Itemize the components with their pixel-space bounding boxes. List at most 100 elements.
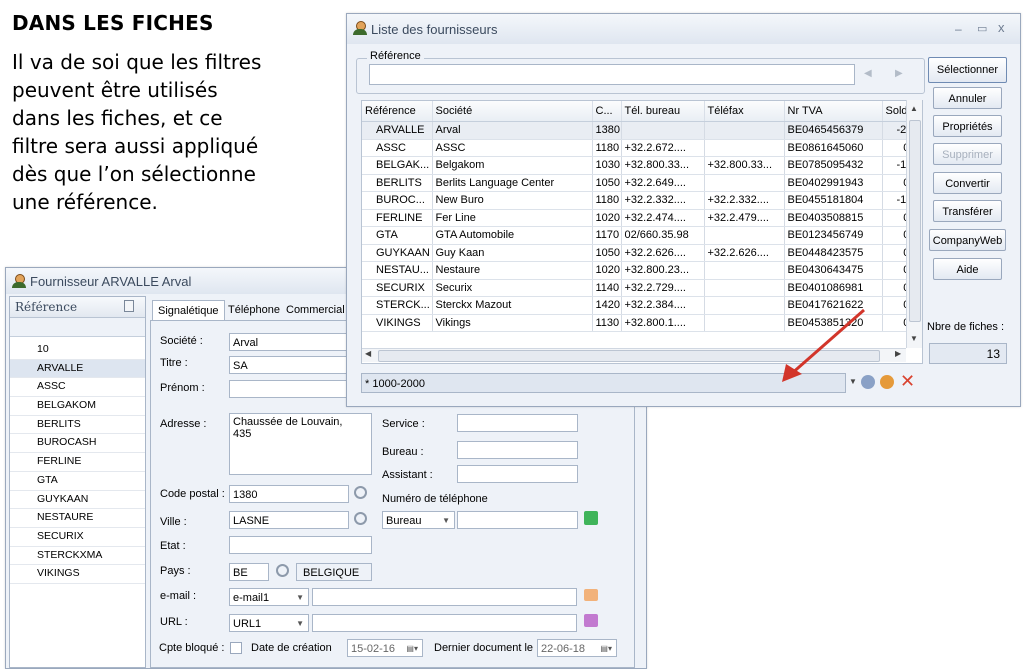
table-cell (704, 261, 785, 280)
etat-field[interactable] (229, 536, 372, 554)
table-cell: NESTAU... (362, 261, 433, 280)
reference-list-item[interactable]: VIKINGS (10, 565, 145, 584)
reference-list-item[interactable]: GUYKAAN (10, 491, 145, 510)
table-cell: 1420 (592, 296, 622, 315)
phone-type-select[interactable]: Bureau ▼ (382, 511, 455, 529)
prenom-field[interactable] (229, 380, 349, 398)
search-icon[interactable] (276, 564, 289, 577)
reference-list-item[interactable]: STERCKXMA (10, 547, 145, 566)
scroll-down-icon[interactable]: ▼ (910, 334, 918, 343)
table-cell: +32.800.33... (621, 156, 705, 175)
next-arrow-icon[interactable]: ▶ (895, 68, 903, 79)
phone-icon[interactable] (584, 511, 598, 525)
search-icon[interactable] (354, 486, 367, 499)
pin-icon[interactable] (124, 300, 134, 312)
maximize-icon[interactable]: ▭ (977, 22, 987, 35)
column-header[interactable]: Téléfax (704, 101, 785, 122)
search-icon[interactable] (354, 512, 367, 525)
table-row[interactable]: BELGAK... Belgakom 1030 +32.800.33... +32.80… (362, 156, 922, 175)
label-pays: Pays : (160, 565, 191, 577)
scroll-up-icon[interactable]: ▲ (910, 104, 918, 113)
web-icon[interactable] (584, 614, 598, 627)
table-row[interactable]: BERLITS Berlits Language Center 1050 +32.2.… (362, 174, 922, 192)
table-cell: BE0861645060 (784, 139, 883, 157)
table-row[interactable]: GTA GTA Automobile 1170 02/660.35.98 BE01234… (362, 226, 922, 245)
adresse-field[interactable]: Chaussée de Louvain, 435 (229, 413, 372, 475)
scroll-thumb[interactable] (909, 120, 921, 322)
reference-list-item[interactable]: ARVALLE (10, 359, 145, 379)
cancel-button[interactable]: Annuler (933, 87, 1002, 109)
scroll-left-icon[interactable]: ◀ (365, 349, 371, 358)
titre-field[interactable]: SA (229, 356, 349, 374)
remove-filter-icon[interactable]: ✕ (900, 371, 915, 391)
reference-list-item[interactable]: FERLINE (10, 453, 145, 472)
reference-list-item[interactable]: GTA (10, 472, 145, 491)
table-row[interactable]: NESTAU... Nestaure 1020 +32.800.23... BE0430… (362, 261, 922, 280)
scroll-right-icon[interactable]: ▶ (895, 349, 901, 358)
column-header[interactable]: Société (432, 101, 593, 122)
bureau-field[interactable] (457, 441, 578, 459)
table-row[interactable]: ASSCASSC1180+32.2.672....BE08616450600.0 (362, 139, 922, 157)
calendar-icon: ▤▾ (406, 644, 418, 653)
reference-list-item[interactable]: BELGAKOM (10, 397, 145, 416)
tab-telephone[interactable]: Téléphone (223, 300, 285, 320)
url-type-select[interactable]: URL1 ▼ (229, 614, 309, 632)
table-row[interactable]: SECURIX Securix 1140 +32.2.729.... BE0401086… (362, 279, 922, 297)
table-cell: 1130 (592, 314, 622, 332)
reference-search-input[interactable] (369, 64, 855, 85)
column-header[interactable]: Référence (362, 101, 433, 122)
reference-list-item[interactable]: 10 (10, 341, 145, 360)
doc-body: Il va de soi que les filtres peuvent êtr… (12, 48, 332, 216)
phone-field[interactable] (457, 511, 578, 529)
edit-filter-icon[interactable] (880, 375, 894, 389)
transfer-button[interactable]: Transférer (933, 200, 1002, 222)
column-header[interactable]: Nr TVA (784, 101, 883, 122)
table-cell: Arval (432, 121, 593, 140)
prev-arrow-icon[interactable]: ◀ (864, 68, 872, 79)
table-row[interactable]: FERLINE Fer Line 1020 +32.2.474.... +32.2.47… (362, 209, 922, 227)
envelope-icon[interactable] (584, 589, 598, 601)
table-cell: Securix (432, 279, 593, 297)
doc-line: Il va de soi que les filtres (12, 50, 262, 74)
assistant-field[interactable] (457, 465, 578, 483)
person-icon (12, 274, 26, 288)
table-row[interactable]: BUROC... New Buro 1180 +32.2.332.... +32.2.3… (362, 191, 922, 210)
help-button[interactable]: Aide (933, 258, 1002, 280)
ville-field[interactable]: LASNE (229, 511, 349, 529)
dernier-document-field[interactable]: 22-06-18 ▤▾ (537, 639, 617, 657)
convert-button[interactable]: Convertir (933, 172, 1002, 194)
table-row[interactable]: GUYKAAN Guy Kaan 1050 +32.2.626.... +32.2.62… (362, 244, 922, 262)
column-header[interactable]: Tél. bureau (621, 101, 705, 122)
reference-list-item[interactable]: NESTAURE (10, 509, 145, 528)
societe-field[interactable]: Arval (229, 333, 349, 351)
companyweb-button[interactable]: CompanyWeb (929, 229, 1006, 251)
service-field[interactable] (457, 414, 578, 432)
column-header[interactable]: C... (592, 101, 622, 122)
table-row[interactable]: ARVALLEArval1380BE0465456379-26,. (362, 121, 922, 140)
supplier-list-window: Liste des fournisseurs – ▭ x Référence ◀… (346, 13, 1021, 407)
pays-code-field[interactable]: BE (229, 563, 269, 581)
list-window-title: Liste des fournisseurs (371, 22, 498, 37)
phone-type-value: Bureau (386, 515, 422, 527)
label-code-postal: Code postal : (160, 488, 225, 500)
reference-list-item[interactable]: ASSC (10, 378, 145, 398)
tab-commercial[interactable]: Commercial (281, 300, 350, 320)
label-service: Service : (382, 418, 425, 430)
cpte-bloque-checkbox[interactable] (230, 642, 242, 654)
reference-search-input[interactable] (10, 318, 145, 337)
select-button[interactable]: Sélectionner (928, 57, 1007, 83)
delete-button[interactable]: Supprimer (933, 143, 1002, 165)
code-postal-field[interactable]: 1380 (229, 485, 349, 503)
reference-list-item[interactable]: BUROCASH (10, 434, 145, 454)
close-icon[interactable]: x (998, 20, 1005, 35)
minimize-icon[interactable]: – (955, 22, 962, 36)
date-creation-field[interactable]: 15-02-16 ▤▾ (347, 639, 423, 657)
reference-list-item[interactable]: SECURIX (10, 528, 145, 547)
tab-signaletique[interactable]: Signalétique (152, 300, 225, 321)
vertical-scrollbar[interactable]: ▲ ▼ (906, 100, 922, 348)
reference-list-item[interactable]: BERLITS (10, 416, 145, 435)
url-field[interactable] (312, 614, 577, 632)
properties-button[interactable]: Propriétés (933, 115, 1002, 137)
email-field[interactable] (312, 588, 577, 606)
email-type-select[interactable]: e-mail1 ▼ (229, 588, 309, 606)
